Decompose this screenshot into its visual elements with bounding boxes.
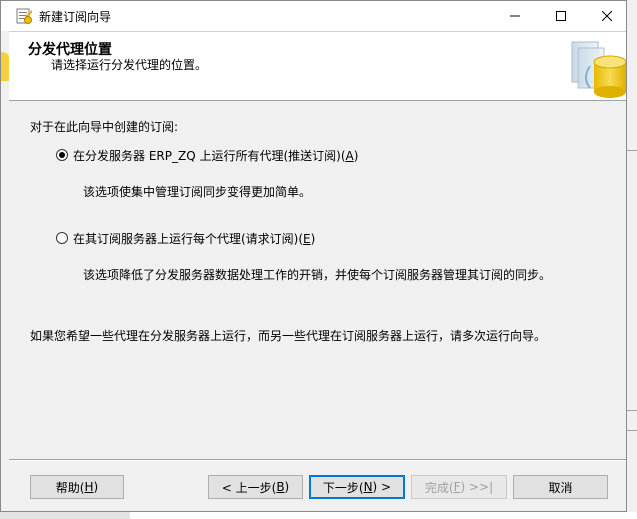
database-wizard-icon	[571, 41, 626, 98]
footer-separator	[9, 459, 626, 461]
multiple-runs-note: 如果您希望一些代理在分发服务器上运行，而另一些代理在订阅服务器上运行，请多次运行…	[30, 329, 547, 343]
minimize-button[interactable]	[492, 1, 538, 31]
minimize-icon	[510, 15, 520, 17]
title-bar[interactable]: 新建订阅向导	[1, 1, 626, 31]
help-button[interactable]: 帮助(H)	[30, 475, 124, 499]
close-icon	[602, 11, 612, 21]
background-divider	[627, 430, 637, 431]
background-divider	[627, 150, 637, 151]
close-button[interactable]	[584, 1, 630, 31]
push-subscription-label[interactable]: 在分发服务器 ERP_ZQ 上运行所有代理(推送订阅)(A)	[73, 147, 358, 164]
wizard-app-icon	[15, 7, 33, 25]
background-window-edge	[627, 0, 637, 519]
page-subtitle: 请选择运行分发代理的位置。	[51, 58, 208, 72]
maximize-icon	[556, 11, 566, 21]
window-title: 新建订阅向导	[39, 10, 112, 24]
pull-subscription-description: 该选项降低了分发服务器数据处理工作的开销，并使每个订阅服务器管理其订阅的同步。	[83, 268, 552, 282]
background-panel	[0, 512, 130, 519]
cancel-button[interactable]: 取消	[513, 475, 608, 499]
push-subscription-description: 该选项使集中管理订阅同步变得更加简单。	[83, 185, 312, 199]
wizard-header: 分发代理位置 请选择运行分发代理的位置。	[9, 31, 626, 101]
new-subscription-wizard-dialog: 新建订阅向导 分发代理位置 请选择运行分发代理的位置。 对于在此向导中创建的订阅…	[0, 0, 627, 512]
back-button[interactable]: < 上一步(B)	[208, 475, 303, 499]
push-subscription-radio[interactable]	[56, 149, 68, 161]
pull-subscription-label[interactable]: 在其订阅服务器上运行每个代理(请求订阅)(E)	[73, 230, 315, 247]
wizard-content: 对于在此向导中创建的订阅: 在分发服务器 ERP_ZQ 上运行所有代理(推送订阅…	[1, 101, 626, 461]
finish-button[interactable]: 完成(F) >>|	[411, 475, 507, 499]
subscription-prompt-label: 对于在此向导中创建的订阅:	[30, 120, 179, 134]
maximize-button[interactable]	[538, 1, 584, 31]
background-database-icon	[1, 52, 9, 81]
pull-subscription-radio[interactable]	[56, 232, 68, 244]
background-divider	[627, 410, 637, 411]
next-button[interactable]: 下一步(N) >	[309, 475, 405, 499]
